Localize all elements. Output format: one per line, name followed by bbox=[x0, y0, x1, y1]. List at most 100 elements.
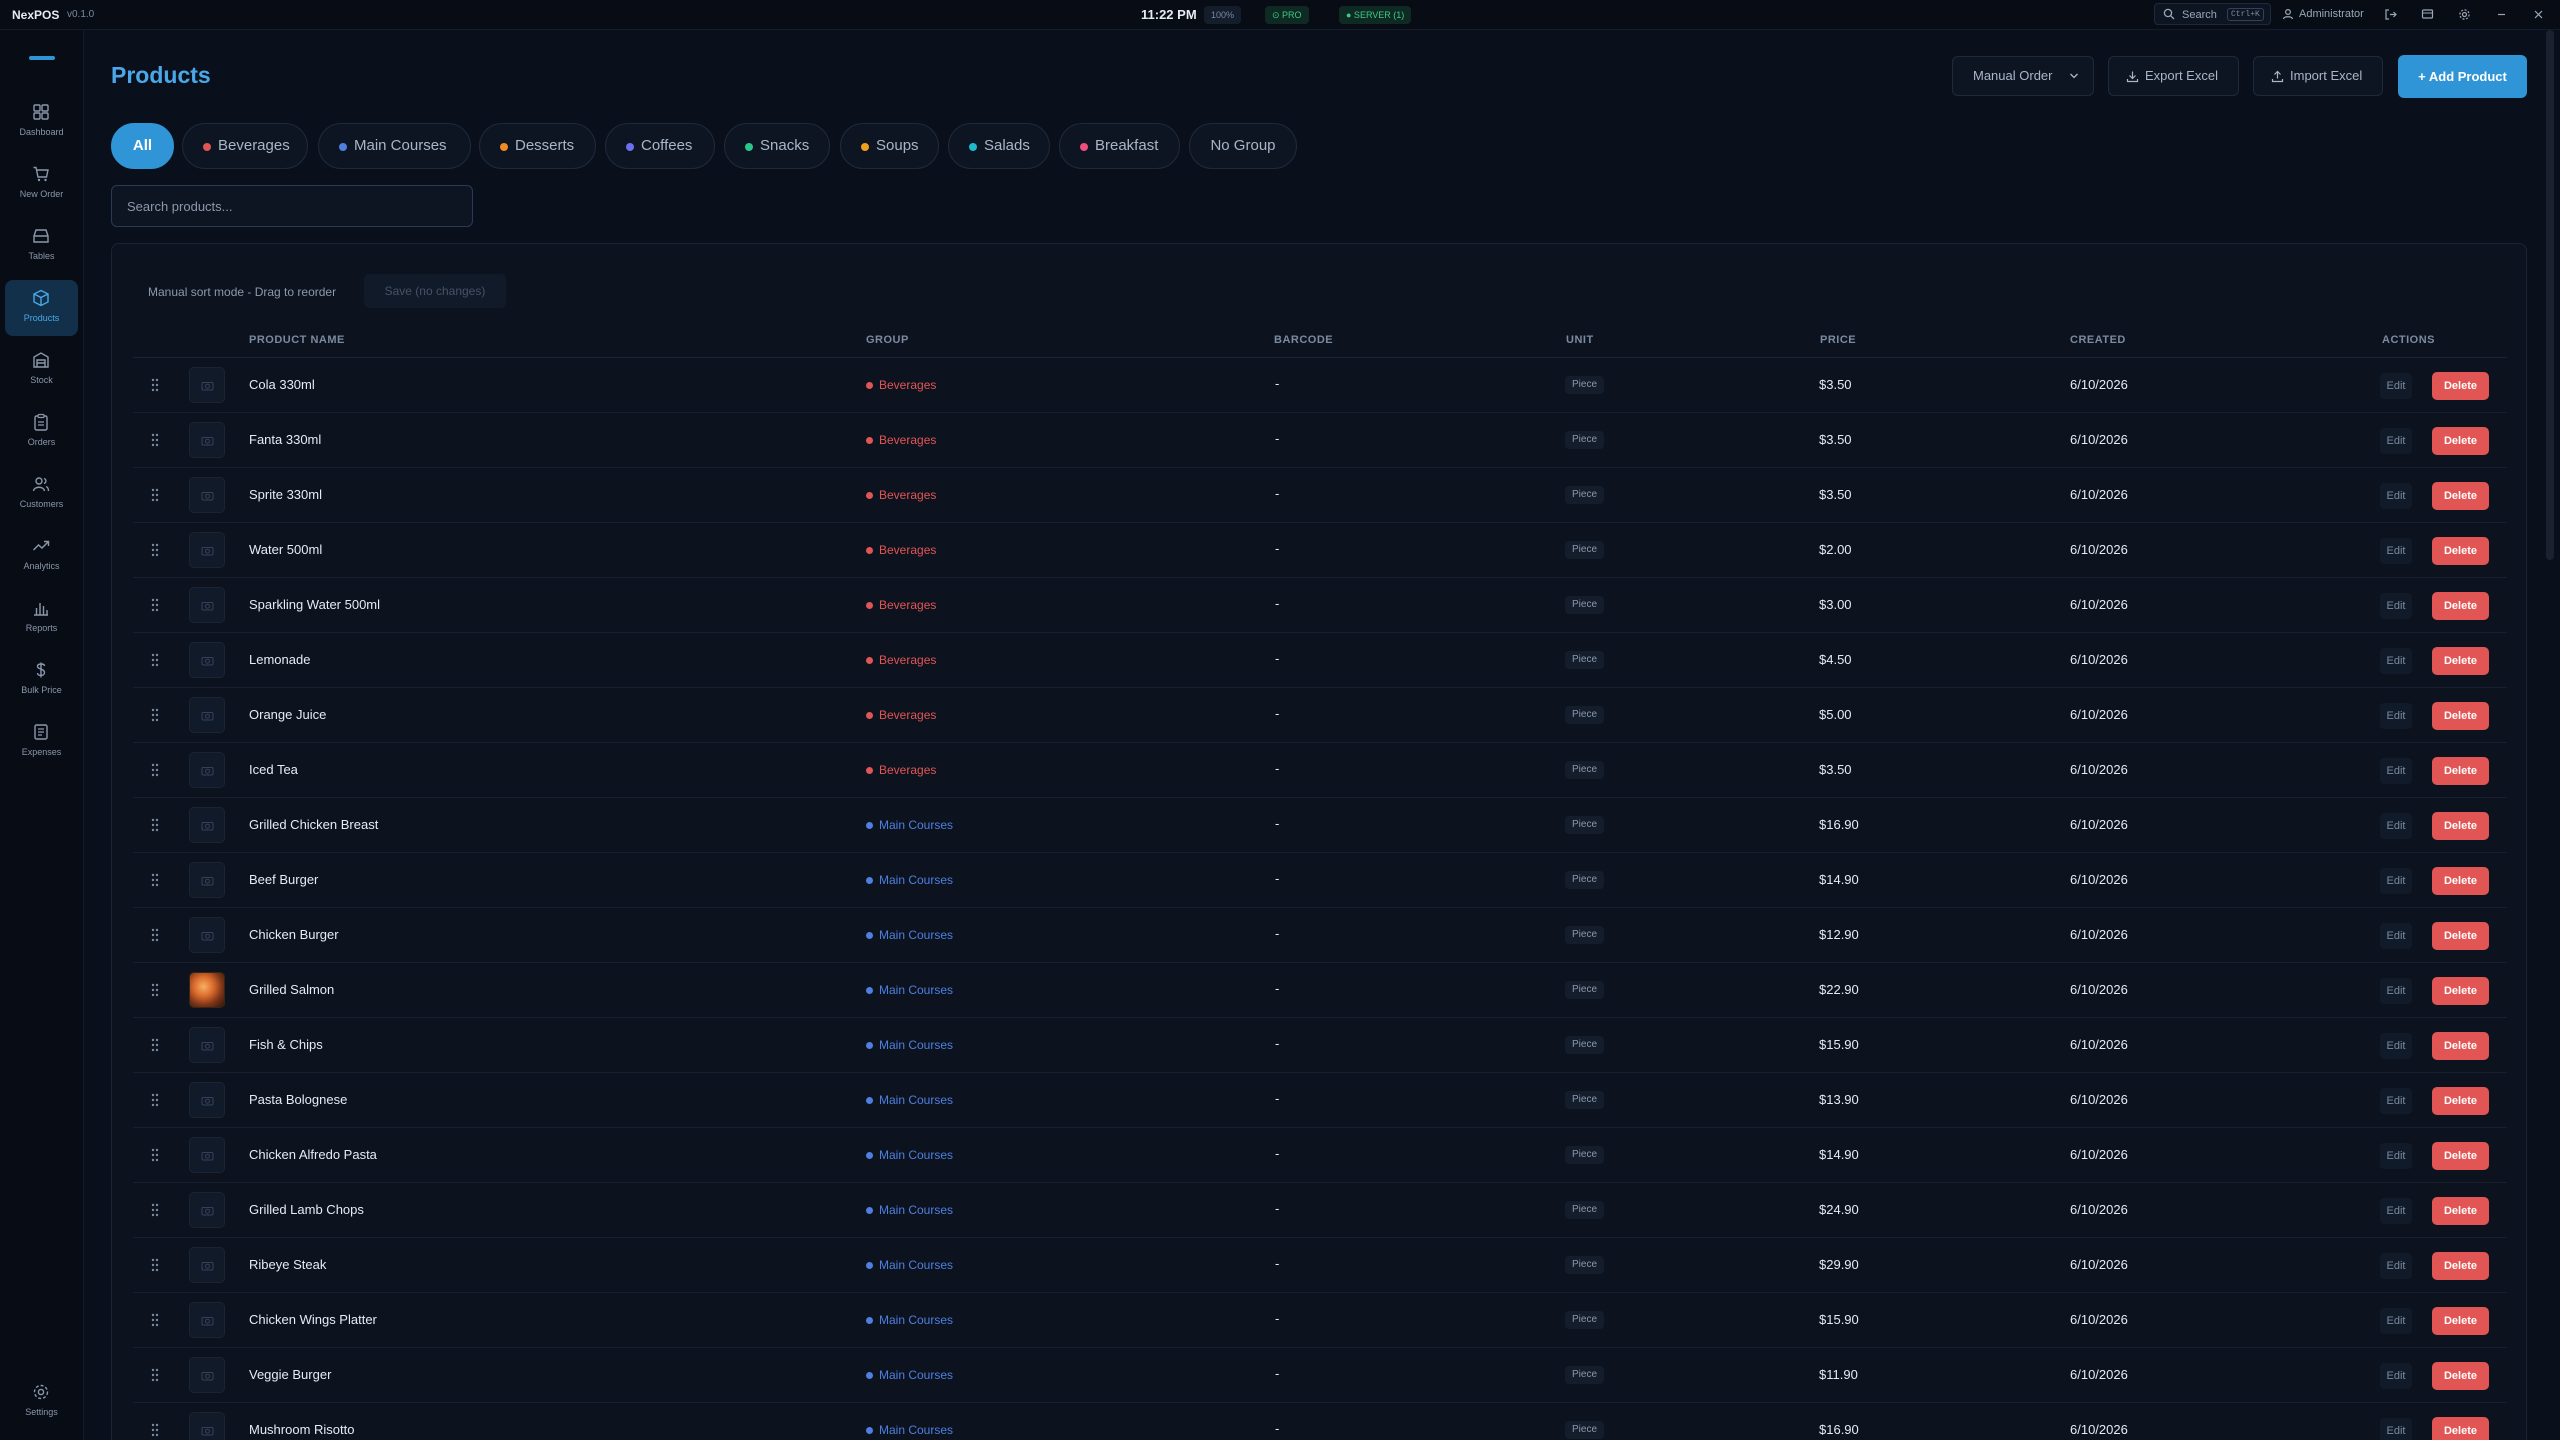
tab-breakfast[interactable]: Breakfast bbox=[1059, 123, 1180, 169]
edit-button[interactable]: Edit bbox=[2380, 1198, 2412, 1224]
drag-handle-icon[interactable] bbox=[151, 708, 159, 722]
drag-handle-icon[interactable] bbox=[151, 1368, 159, 1382]
delete-button[interactable]: Delete bbox=[2432, 1032, 2489, 1060]
product-image[interactable] bbox=[189, 972, 225, 1008]
sidebar-item-settings[interactable]: Settings bbox=[5, 1374, 78, 1430]
settings-gear-icon[interactable] bbox=[2458, 8, 2471, 21]
delete-button[interactable]: Delete bbox=[2432, 1417, 2489, 1440]
drag-handle-icon[interactable] bbox=[151, 378, 159, 392]
sidebar-item-expenses[interactable]: Expenses bbox=[5, 714, 78, 770]
table-row[interactable]: Sparkling Water 500ml Beverages - Piece $3.0… bbox=[133, 578, 2507, 633]
tab-salads[interactable]: Salads bbox=[948, 123, 1050, 169]
drag-handle-icon[interactable] bbox=[151, 928, 159, 942]
column-header-price[interactable]: PRICE bbox=[1820, 334, 1856, 346]
product-image-placeholder[interactable] bbox=[189, 477, 225, 513]
edit-button[interactable]: Edit bbox=[2380, 978, 2412, 1004]
current-user[interactable]: Administrator bbox=[2299, 8, 2364, 20]
product-image-placeholder[interactable] bbox=[189, 752, 225, 788]
product-image-placeholder[interactable] bbox=[189, 1082, 225, 1118]
table-row[interactable]: Fanta 330ml Beverages - Piece $3.50 6/10/2026… bbox=[133, 413, 2507, 468]
tab-main-courses[interactable]: Main Courses bbox=[318, 123, 471, 169]
global-search-button[interactable]: Search Ctrl+K bbox=[2154, 3, 2271, 25]
drag-handle-icon[interactable] bbox=[151, 598, 159, 612]
add-product-button[interactable]: + Add Product bbox=[2398, 55, 2527, 98]
drag-handle-icon[interactable] bbox=[151, 1148, 159, 1162]
export-excel-button[interactable]: Export Excel bbox=[2108, 56, 2239, 96]
table-row[interactable]: Grilled Salmon Main Courses - Piece $22.90 6/… bbox=[133, 963, 2507, 1018]
tab-soups[interactable]: Soups bbox=[840, 123, 939, 169]
table-row[interactable]: Mushroom Risotto Main Courses - Piece $16.90… bbox=[133, 1403, 2507, 1440]
sidebar-item-analytics[interactable]: Analytics bbox=[5, 528, 78, 584]
drag-handle-icon[interactable] bbox=[151, 1038, 159, 1052]
drag-handle-icon[interactable] bbox=[151, 488, 159, 502]
table-row[interactable]: Chicken Alfredo Pasta Main Courses - Piece $… bbox=[133, 1128, 2507, 1183]
drag-handle-icon[interactable] bbox=[151, 653, 159, 667]
edit-button[interactable]: Edit bbox=[2380, 483, 2412, 509]
drag-handle-icon[interactable] bbox=[151, 873, 159, 887]
table-row[interactable]: Chicken Burger Main Courses - Piece $12.90 6/… bbox=[133, 908, 2507, 963]
delete-button[interactable]: Delete bbox=[2432, 977, 2489, 1005]
sidebar-item-customers[interactable]: Customers bbox=[5, 466, 78, 522]
table-row[interactable]: Orange Juice Beverages - Piece $5.00 6/10/202… bbox=[133, 688, 2507, 743]
delete-button[interactable]: Delete bbox=[2432, 1197, 2489, 1225]
table-row[interactable]: Sprite 330ml Beverages - Piece $3.50 6/10/202… bbox=[133, 468, 2507, 523]
drag-handle-icon[interactable] bbox=[151, 1313, 159, 1327]
delete-button[interactable]: Delete bbox=[2432, 1307, 2489, 1335]
column-header-barcode[interactable]: BARCODE bbox=[1274, 334, 1333, 346]
delete-button[interactable]: Delete bbox=[2432, 867, 2489, 895]
delete-button[interactable]: Delete bbox=[2432, 647, 2489, 675]
drag-handle-icon[interactable] bbox=[151, 1423, 159, 1437]
drag-handle-icon[interactable] bbox=[151, 763, 159, 777]
save-order-button[interactable]: Save (no changes) bbox=[364, 274, 506, 308]
tab-beverages[interactable]: Beverages bbox=[182, 123, 308, 169]
edit-button[interactable]: Edit bbox=[2380, 1088, 2412, 1114]
edit-button[interactable]: Edit bbox=[2380, 1363, 2412, 1389]
edit-button[interactable]: Edit bbox=[2380, 1418, 2412, 1440]
sidebar-item-stock[interactable]: Stock bbox=[5, 342, 78, 398]
product-image-placeholder[interactable] bbox=[189, 587, 225, 623]
edit-button[interactable]: Edit bbox=[2380, 648, 2412, 674]
edit-button[interactable]: Edit bbox=[2380, 1308, 2412, 1334]
product-image-placeholder[interactable] bbox=[189, 1027, 225, 1063]
table-row[interactable]: Beef Burger Main Courses - Piece $14.90 6/10/… bbox=[133, 853, 2507, 908]
sidebar-item-reports[interactable]: Reports bbox=[5, 590, 78, 646]
table-row[interactable]: Chicken Wings Platter Main Courses - Piece $… bbox=[133, 1293, 2507, 1348]
server-status-badge[interactable]: ● SERVER (1) bbox=[1339, 6, 1412, 24]
delete-button[interactable]: Delete bbox=[2432, 482, 2489, 510]
product-image-placeholder[interactable] bbox=[189, 1137, 225, 1173]
drag-handle-icon[interactable] bbox=[151, 818, 159, 832]
delete-button[interactable]: Delete bbox=[2432, 922, 2489, 950]
column-header-created[interactable]: CREATED bbox=[2070, 334, 2126, 346]
product-image-placeholder[interactable] bbox=[189, 1247, 225, 1283]
drag-handle-icon[interactable] bbox=[151, 983, 159, 997]
product-image-placeholder[interactable] bbox=[189, 1302, 225, 1338]
product-image-placeholder[interactable] bbox=[189, 807, 225, 843]
table-row[interactable]: Grilled Chicken Breast Main Courses - Piece… bbox=[133, 798, 2507, 853]
product-image-placeholder[interactable] bbox=[189, 862, 225, 898]
edit-button[interactable]: Edit bbox=[2380, 1253, 2412, 1279]
delete-button[interactable]: Delete bbox=[2432, 427, 2489, 455]
sidebar-item-orders[interactable]: Orders bbox=[5, 404, 78, 460]
edit-button[interactable]: Edit bbox=[2380, 428, 2412, 454]
delete-button[interactable]: Delete bbox=[2432, 1087, 2489, 1115]
sidebar-item-dashboard[interactable]: Dashboard bbox=[5, 94, 78, 150]
tab-desserts[interactable]: Desserts bbox=[479, 123, 596, 169]
delete-button[interactable]: Delete bbox=[2432, 537, 2489, 565]
column-header-product-name[interactable]: PRODUCT NAME bbox=[249, 334, 345, 346]
import-excel-button[interactable]: Import Excel bbox=[2253, 56, 2383, 96]
delete-button[interactable]: Delete bbox=[2432, 1252, 2489, 1280]
table-row[interactable]: Iced Tea Beverages - Piece $3.50 6/10/2026 Edi… bbox=[133, 743, 2507, 798]
product-image-placeholder[interactable] bbox=[189, 1412, 225, 1440]
display-icon[interactable] bbox=[2421, 8, 2434, 21]
product-image-placeholder[interactable] bbox=[189, 1192, 225, 1228]
delete-button[interactable]: Delete bbox=[2432, 812, 2489, 840]
search-input[interactable] bbox=[111, 185, 473, 227]
product-image-placeholder[interactable] bbox=[189, 532, 225, 568]
table-row[interactable]: Ribeye Steak Main Courses - Piece $29.90 6/10… bbox=[133, 1238, 2507, 1293]
zoom-level[interactable]: 100% bbox=[1204, 6, 1242, 24]
tab-snacks[interactable]: Snacks bbox=[724, 123, 830, 169]
drag-handle-icon[interactable] bbox=[151, 433, 159, 447]
minimize-icon[interactable] bbox=[2495, 8, 2508, 21]
drag-handle-icon[interactable] bbox=[151, 1203, 159, 1217]
edit-button[interactable]: Edit bbox=[2380, 758, 2412, 784]
